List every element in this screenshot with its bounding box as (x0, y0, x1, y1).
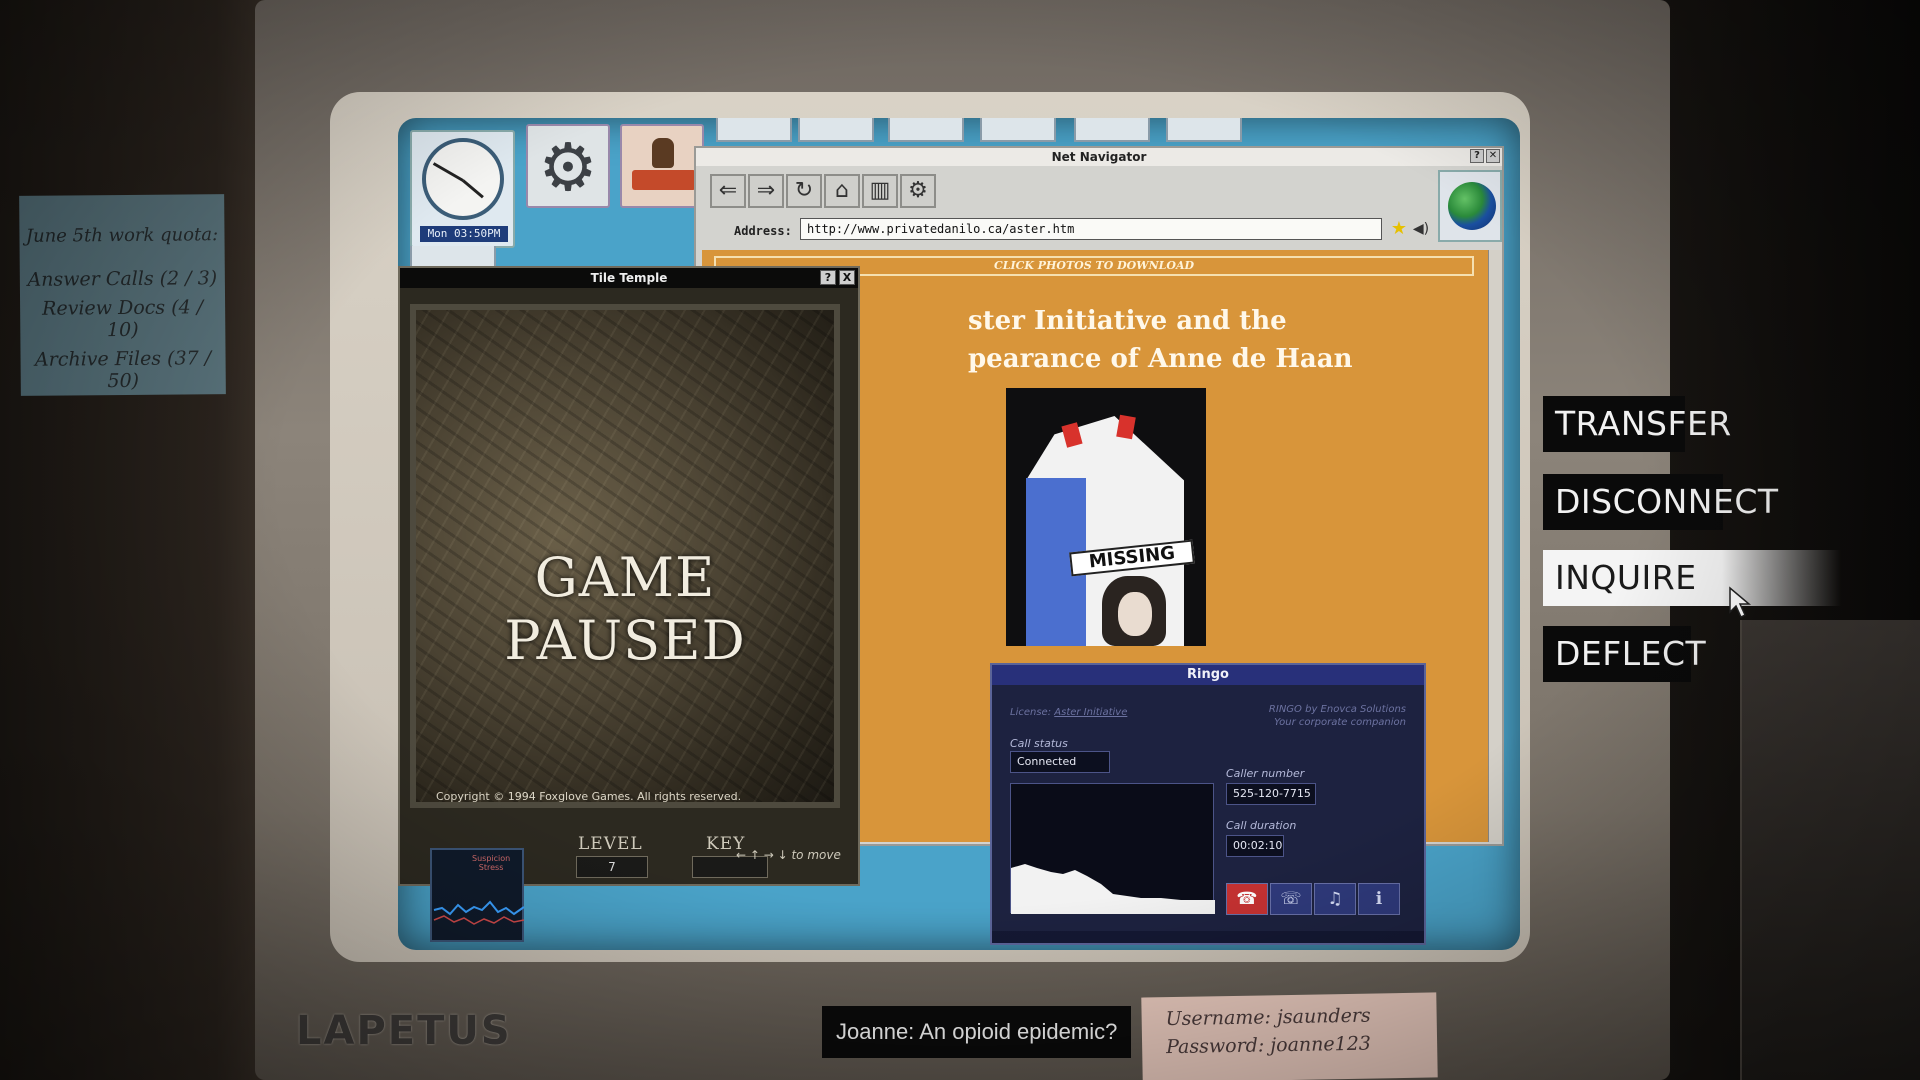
clock-minute-hand (432, 162, 464, 182)
left-wall (0, 0, 270, 1080)
browser-title: Net Navigator (1051, 150, 1147, 164)
headline-line: ster Initiative and the (968, 306, 1287, 336)
game-board[interactable]: GAME PAUSED Copyright © 1994 Foxglove Ga… (410, 304, 840, 808)
call-duration-label: Call duration (1226, 819, 1297, 832)
option-inquire[interactable]: INQUIRE (1543, 550, 1841, 606)
stress-meter: Suspicion Stress (430, 848, 525, 942)
dialogue-subtitle: Joanne: An opioid epidemic? (822, 1006, 1132, 1058)
license-info: License: Aster Initiative (1010, 707, 1127, 718)
caller-number-label: Caller number (1226, 767, 1305, 780)
option-deflect[interactable]: DEFLECT (1543, 626, 1706, 682)
stress-label-text: Stress (478, 863, 504, 872)
home-icon[interactable]: ⌂ (824, 174, 860, 208)
ringo-brand: RINGO by Enovca Solutions Your corporate… (1269, 703, 1406, 729)
level-label: LEVEL (578, 834, 643, 854)
browser-titlebar[interactable]: Net Navigator ? ✕ (696, 148, 1502, 166)
dock-tab[interactable] (798, 118, 874, 142)
stamp-icon (652, 138, 674, 168)
tile-temple-window: Tile Temple ? X GAME PAUSED Copyright © … (398, 266, 860, 886)
forward-icon[interactable]: ⇒ (748, 174, 784, 208)
quota-line: Review Docs (4 / 10) (42, 296, 204, 342)
browser-scrollbar[interactable] (1488, 250, 1502, 842)
help-icon[interactable]: ? (1470, 149, 1484, 163)
audio-waveform (1011, 864, 1215, 914)
mouse-cursor-icon (1729, 586, 1752, 619)
info-icon[interactable]: ℹ (1358, 883, 1400, 915)
clock-icon (422, 138, 504, 220)
close-icon[interactable]: ✕ (1486, 149, 1500, 163)
hold-call-icon[interactable]: ☏ (1270, 883, 1312, 915)
dock-tab[interactable] (716, 118, 792, 142)
clock-widget[interactable]: Mon 03:50PM (410, 130, 515, 248)
brand-tagline: Your corporate companion (1274, 717, 1406, 728)
stress-label: Suspicion Stress (472, 854, 510, 872)
address-bar[interactable]: http://www.privatedanilo.ca/aster.htm (800, 218, 1382, 240)
brand-line: RINGO by Enovca Solutions (1268, 704, 1406, 715)
quota-title: June 5th work quota: (25, 224, 219, 247)
ringo-window: Ringo License: Aster Initiative RINGO by… (990, 663, 1426, 945)
clock-time: Mon 03:50PM (420, 226, 508, 242)
credentials-sticky-note: Username: jsaunders Password: joanne123 (1141, 992, 1438, 1080)
globe-icon (1438, 170, 1502, 242)
monitor-brand: LAPETUS (296, 1008, 512, 1054)
computer-screen: Mon 03:50PM ⚙ Net Navigator ? ✕ ⇐ ⇒ ↻ ⌂ … (398, 118, 1520, 950)
caller-number-field: 525-120-7715 (1226, 783, 1316, 805)
move-hint: ← ↑ → ↓ to move (736, 848, 841, 862)
missing-person-face (1118, 592, 1152, 636)
refresh-icon[interactable]: ↻ (786, 174, 822, 208)
quota-line: Answer Calls (2 / 3) (27, 267, 218, 291)
license-link[interactable]: Aster Initiative (1054, 707, 1127, 718)
password-note: Password: joanne123 (1165, 1032, 1372, 1059)
stamp-app[interactable] (620, 124, 704, 208)
suspicion-label: Suspicion (472, 854, 511, 863)
level-value: 7 (576, 856, 648, 878)
stamp-base (632, 170, 696, 190)
call-status-field: Connected (1010, 751, 1110, 773)
dock-tab[interactable] (1074, 118, 1150, 142)
dock-tab[interactable] (888, 118, 964, 142)
speaker-icon[interactable]: ◀) (1410, 218, 1432, 240)
gear-icon: ⚙ (538, 129, 598, 206)
dock-tab[interactable] (980, 118, 1056, 142)
back-icon[interactable]: ⇐ (710, 174, 746, 208)
option-disconnect[interactable]: DISCONNECT (1543, 474, 1778, 530)
desk-box (1740, 620, 1920, 1080)
close-icon[interactable]: X (839, 270, 855, 285)
missing-photo[interactable]: MISSING (1006, 388, 1206, 646)
clock-hour-hand (462, 179, 484, 199)
address-label: Address: (734, 224, 792, 238)
option-transfer[interactable]: TRANSFER (1543, 396, 1731, 452)
settings-icon[interactable]: ⚙ (900, 174, 936, 208)
game-paused-text: GAME PAUSED (504, 546, 746, 672)
quota-sticky-note: June 5th work quota: Answer Calls (2 / 3… (19, 194, 226, 396)
headline-line: pearance of Anne de Haan (968, 344, 1353, 374)
hang-up-icon[interactable]: ☎ (1226, 883, 1268, 915)
call-duration-field: 00:02:10 (1226, 835, 1284, 857)
help-icon[interactable]: ? (820, 270, 836, 285)
game-titlebar[interactable]: Tile Temple ? X (400, 268, 858, 288)
ringo-footer (992, 931, 1424, 943)
favorite-star-icon[interactable]: ★ (1388, 218, 1410, 240)
game-copyright: Copyright © 1994 Foxglove Games. All rig… (436, 790, 742, 803)
game-title: Tile Temple (590, 271, 668, 285)
call-status-label: Call status (1010, 737, 1068, 750)
dock-tab[interactable] (1166, 118, 1242, 142)
ringo-titlebar[interactable]: Ringo (992, 665, 1424, 685)
license-prefix: License: (1010, 707, 1052, 718)
username-note: Username: jsaunders (1165, 1004, 1371, 1031)
headset-icon[interactable]: ♫ (1314, 883, 1356, 915)
quota-line: Archive Files (37 / 50) (34, 347, 212, 393)
globe-image (1448, 182, 1496, 230)
settings-app[interactable]: ⚙ (526, 124, 610, 208)
call-audio-graph (1010, 783, 1215, 914)
bookmarks-icon[interactable]: ▥ (862, 174, 898, 208)
